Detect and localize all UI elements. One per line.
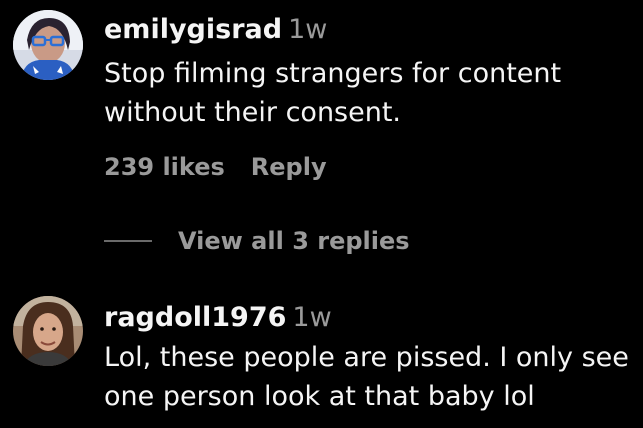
time-ago: 1w [292, 302, 332, 333]
avatar[interactable] [13, 296, 83, 366]
avatar-image [13, 296, 83, 366]
comment-item: ragdoll1976 1w Lol, these people are piss… [0, 0, 643, 428]
comment-header: ragdoll1976 1w [104, 300, 332, 336]
comment-text-line: one person look at that baby lol [104, 381, 535, 412]
comment-text: Lol, these people are pissed. I only see… [104, 338, 629, 416]
comment-text-line: Lol, these people are pissed. I only see [104, 342, 629, 373]
username[interactable]: ragdoll1976 [104, 302, 286, 333]
